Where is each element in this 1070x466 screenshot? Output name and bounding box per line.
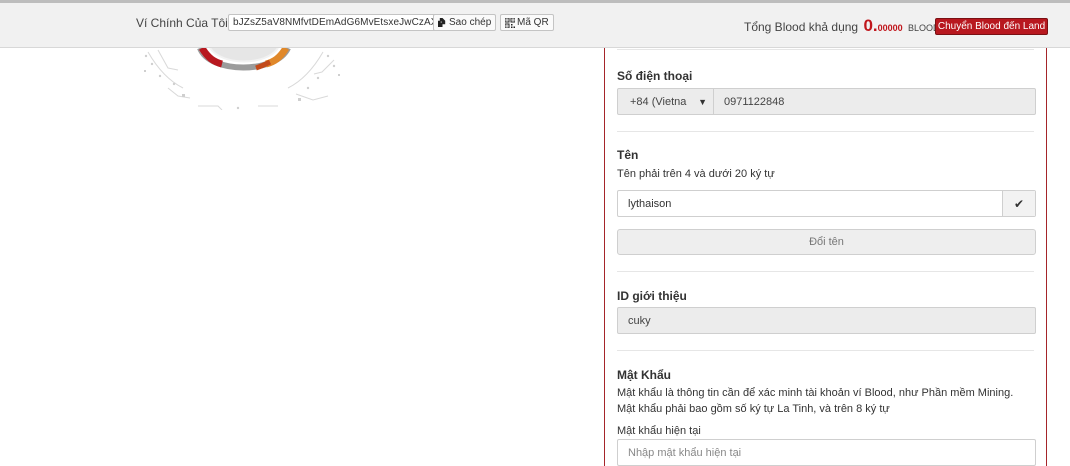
- phone-field-group: +84 (Vietna ▼ 0971122848: [617, 88, 1036, 115]
- blood-balance-decimal: 00000: [877, 23, 903, 33]
- password-hint-line1: Mật khẩu là thông tin cần để xác minh tà…: [617, 387, 1014, 399]
- top-bar: Ví Chính Của Tôi bJZsZ5aV8NMfvtDEmAdG6Mv…: [0, 0, 1070, 48]
- divider: [617, 271, 1034, 272]
- caret-down-icon: ▼: [698, 97, 707, 107]
- qr-label: Mã QR: [517, 17, 549, 28]
- wallet-label: Ví Chính Của Tôi: [136, 16, 228, 30]
- phone-number-field[interactable]: 0971122848: [714, 89, 1035, 114]
- current-password-input[interactable]: [617, 439, 1036, 466]
- copy-icon: [438, 18, 446, 27]
- name-label: Tên: [617, 148, 639, 162]
- account-settings-panel: Số điện thoại +84 (Vietna ▼ 0971122848 T…: [604, 48, 1047, 466]
- current-password-label: Mật khẩu hiện tại: [617, 425, 701, 437]
- divider: [617, 131, 1034, 132]
- divider: [617, 49, 1034, 50]
- country-code-value: +84 (Vietna: [630, 95, 687, 108]
- country-code-select[interactable]: +84 (Vietna ▼: [618, 89, 714, 114]
- wallet-address[interactable]: bJZsZ5aV8NMfvtDEmAdG6MvEtsxeJwCzAX: [228, 14, 443, 31]
- decorative-circuit-graphic: [138, 48, 348, 110]
- name-field-group: lythaison ✔: [617, 190, 1036, 217]
- name-input[interactable]: lythaison: [618, 191, 1002, 216]
- copy-button[interactable]: Sao chép: [433, 14, 497, 31]
- password-label: Mật Khẩu: [617, 368, 671, 382]
- referral-id-label: ID giới thiệu: [617, 289, 687, 303]
- qr-code-button[interactable]: Mã QR: [500, 14, 554, 31]
- rename-button[interactable]: Đổi tên: [617, 229, 1036, 255]
- copy-label: Sao chép: [449, 17, 492, 28]
- name-hint: Tên phải trên 4 và dưới 20 ký tự: [617, 168, 775, 180]
- phone-label: Số điện thoại: [617, 69, 693, 83]
- blood-total-label: Tổng Blood khả dụng: [744, 20, 859, 34]
- blood-total: Tổng Blood khả dụng 0.00000 BLOOD: [744, 16, 940, 36]
- blood-balance-integer: 0.: [863, 16, 878, 35]
- password-hint-line2: Mật khẩu phải bao gồm số ký tự La Tinh, …: [617, 403, 890, 415]
- referral-id-field: cuky: [617, 307, 1036, 334]
- transfer-blood-button[interactable]: Chuyển Blood đến Land: [935, 18, 1048, 35]
- qr-code-icon: [505, 17, 515, 28]
- divider: [617, 350, 1034, 351]
- check-icon: ✔: [1002, 191, 1035, 216]
